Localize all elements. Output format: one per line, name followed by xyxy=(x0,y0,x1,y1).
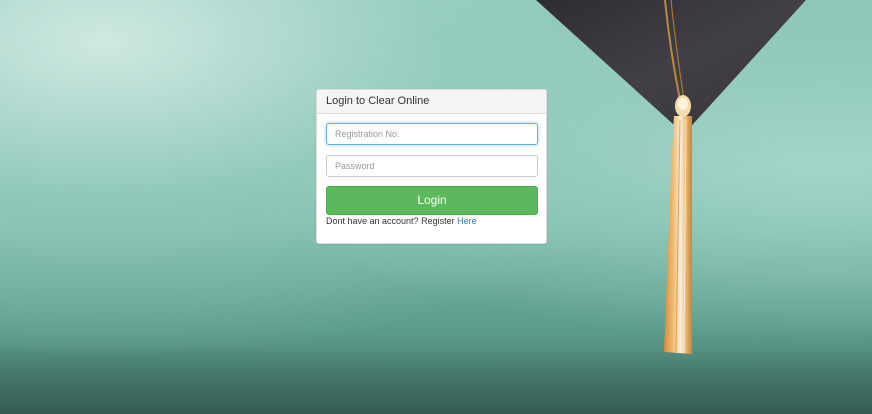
login-panel: Login to Clear Online Login Dont have an… xyxy=(316,89,547,244)
registration-number-input[interactable] xyxy=(326,123,538,145)
password-input[interactable] xyxy=(326,155,538,177)
register-link[interactable]: Here xyxy=(457,216,477,226)
login-button[interactable]: Login xyxy=(326,186,538,215)
cap-board xyxy=(536,0,806,134)
login-panel-title: Login to Clear Online xyxy=(317,90,546,114)
register-prompt: Dont have an account? Register Here xyxy=(326,216,537,226)
register-prompt-text: Dont have an account? Register xyxy=(326,216,455,226)
login-form: Login Dont have an account? Register Her… xyxy=(317,114,546,226)
